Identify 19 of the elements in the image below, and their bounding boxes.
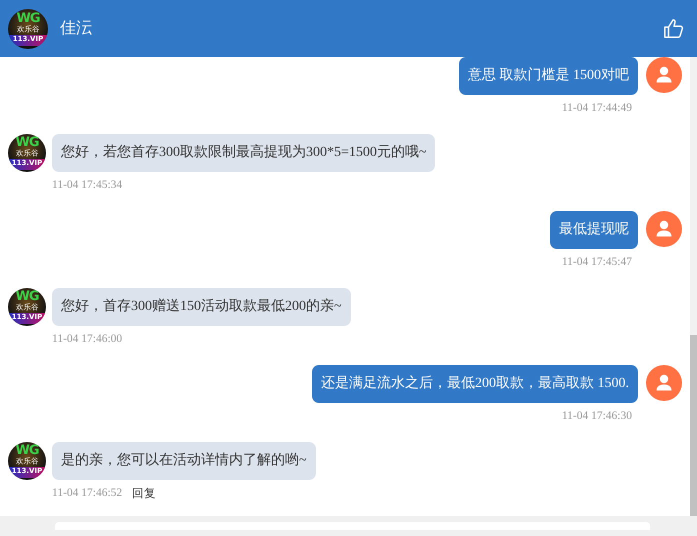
message-bubble: 最低提现呢 [550,211,638,249]
message-time: 11-04 17:44:49 [562,101,632,115]
message-bubble: 您好，若您首存300取款限制最高提现为300*5=1500元的哦~ [52,134,436,172]
scrollbar-thumb[interactable] [690,335,697,516]
message-bubble: 意思 取款门槛是 1500对吧 [459,57,638,95]
thumbs-up-icon[interactable] [663,18,685,40]
message-time: 11-04 17:46:52 [52,486,122,500]
user-avatar-icon [646,365,682,401]
message-bubble: 是的亲，您可以在活动详情内了解的哟~ [52,442,316,480]
chat-title: 佳沄 [60,18,93,39]
user-avatar-icon [646,211,682,247]
reply-link[interactable]: 回复 [132,486,156,500]
user-avatar-icon [646,57,682,93]
message-time: 11-04 17:45:47 [562,255,632,269]
message-bubble: 您好，首存300赠送150活动取款最低200的亲~ [52,288,351,326]
message-bubble: 还是满足流水之后，最低200取款，最高取款 1500. [312,365,638,403]
message-time: 11-04 17:46:00 [52,332,122,346]
message-time: 11-04 17:45:34 [52,178,122,192]
message-time: 11-04 17:46:30 [562,409,632,423]
